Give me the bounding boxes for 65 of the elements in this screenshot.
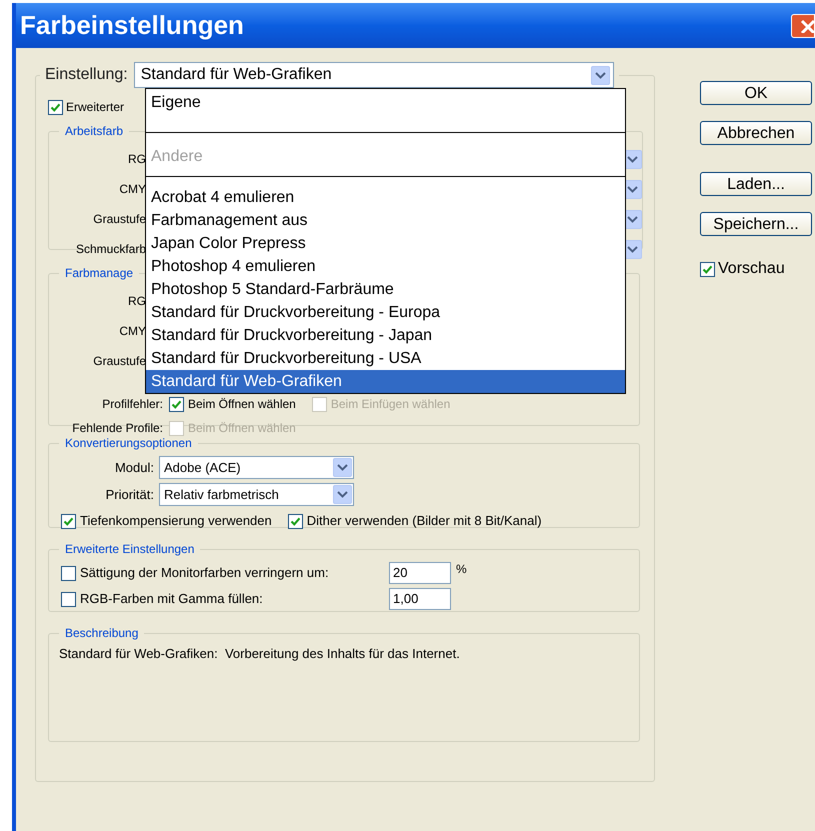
setting-label: Einstellung: [45,65,128,85]
input-field[interactable]: 20 [389,562,451,584]
checkbox-label: Erweiterter [66,99,124,116]
field-label: Priorität: [104,486,155,504]
field-label: Schmuckfarb [74,241,146,258]
checkbox-label: Dither verwenden (Bilder mit 8 Bit/Kanal) [306,512,542,530]
field-label: RG [127,151,146,168]
close-button[interactable] [791,14,815,38]
chevron-down-icon [627,216,638,222]
checkbox-label: Beim Öffnen wählen [188,396,296,413]
dialog-button[interactable]: Speichern... [700,212,812,236]
chevron-down-icon [627,186,638,192]
checkbox-label: Beim Einfügen wählen [330,396,450,413]
menu-item[interactable]: Eigene [146,89,625,133]
field-label: Profilfehler: [101,396,164,413]
select-field[interactable]: Adobe (ACE) [159,456,354,479]
menu-item[interactable]: Acrobat 4 emulieren [146,186,625,209]
select-field[interactable]: Relativ farbmetrisch [159,483,354,506]
field-label: CMY [118,323,146,340]
menu-item[interactable]: Photoshop 5 Standard-Farbräume [146,278,625,301]
checkbox[interactable] [48,100,63,114]
menu-item[interactable]: Photoshop 4 emulieren [146,255,625,278]
checkbox[interactable] [700,262,715,276]
checkbox[interactable] [169,396,184,412]
field-label: Graustufe [92,353,146,370]
checkbox[interactable] [61,514,76,528]
chevron-down-icon [627,246,638,252]
dialog-button[interactable]: Abbrechen [700,121,812,145]
group-title: Konvertierungsoptionen [64,435,193,452]
field-label: RG [127,293,146,310]
window-title: Farbeinstellungen [19,9,244,42]
menu-item[interactable]: Japan Color Prepress [146,232,625,255]
checkbox-label: RGB-Farben mit Gamma füllen: [79,590,264,608]
menu-item[interactable]: Standard für Druckvorbereitung - USA [146,347,625,370]
chevron-down-icon [627,156,638,162]
checkbox-label: Sättigung der Monitorfarben verringern um: [79,564,330,582]
dialog-button[interactable]: OK [700,81,812,105]
chevron-down-icon [337,464,348,471]
checkbox[interactable] [61,592,76,606]
checkbox[interactable] [61,566,76,580]
group-title: Beschreibung [64,625,140,642]
menu-item[interactable]: Standard für Web-Grafiken [146,370,625,393]
setting-select[interactable]: Standard für Web-Grafiken [134,62,614,88]
dialog-button[interactable]: Laden... [700,172,812,196]
group-title: Farbmanage [64,265,134,282]
field-label: Modul: [114,458,155,477]
menu-item[interactable]: Standard für Druckvorbereitung - Europa [146,301,625,324]
chevron-down-icon [337,491,348,498]
checkbox-label: Beim Öffnen wählen [188,420,296,437]
menu-item[interactable]: Standard für Druckvorbereitung - Japan [146,324,625,347]
group-title: Arbeitsfarb [64,123,124,140]
checkbox-label: Tiefenkompensierung verwenden [80,512,272,530]
field-label: Fehlende Profile: [71,420,164,437]
group-title: Erweiterte Einstellungen [64,541,196,558]
unit-label: % [456,561,467,578]
checkbox[interactable] [288,514,303,528]
close-icon [800,18,814,32]
field-label: Graustufe [92,211,146,228]
field-label: CMY [118,181,146,198]
chevron-down-icon [594,72,606,78]
menu-item[interactable]: Farbmanagement aus [146,209,625,232]
checkbox-label: Vorschau [718,259,785,279]
input-field[interactable]: 1,00 [389,588,451,610]
dropdown-button[interactable] [590,66,610,84]
description-text: Standard für Web-Grafiken: Vorbereitung des Inhalts für das Internet. [59,645,461,663]
